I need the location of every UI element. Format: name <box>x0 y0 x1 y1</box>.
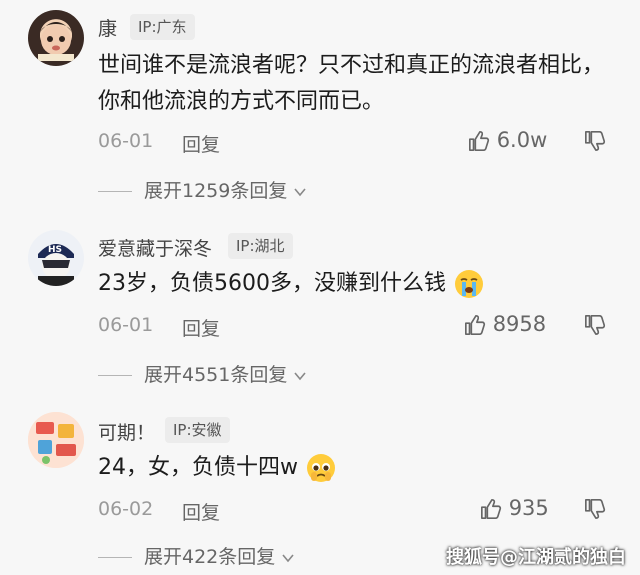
ip-badge: IP:湖北 <box>228 233 293 259</box>
expand-replies[interactable]: 展开1259条回复 <box>98 176 307 203</box>
divider-line <box>98 375 132 376</box>
comment-text: 24，女，负债十四w <box>98 450 618 486</box>
like-button[interactable]: 8958 <box>464 312 546 336</box>
cartoon-cap-avatar[interactable]: HS <box>28 230 84 286</box>
like-button[interactable]: 935 <box>480 496 549 520</box>
like-count: 6.0w <box>496 128 548 152</box>
username[interactable]: 可期！ <box>98 418 155 445</box>
chevron-down-icon <box>294 187 307 196</box>
thumbs-up-icon <box>465 315 486 335</box>
like-count: 935 <box>508 496 549 520</box>
comment-text: 23岁，负债5600多，没赚到什么钱 <box>98 266 618 302</box>
comment-date: 06-01 <box>98 130 154 152</box>
like-button[interactable]: 6.0w <box>468 128 547 152</box>
pleading-face-icon <box>307 454 335 482</box>
sticker-avatar[interactable] <box>28 412 84 468</box>
username[interactable]: 康 <box>98 14 117 41</box>
like-count: 8958 <box>492 312 547 336</box>
expand-replies[interactable]: 展开4551条回复 <box>98 360 307 387</box>
thumbs-down-icon[interactable] <box>584 498 606 520</box>
thumbs-up-icon <box>481 499 502 519</box>
chevron-down-icon <box>282 553 294 562</box>
thumbs-down-icon[interactable] <box>584 130 606 152</box>
expand-replies[interactable]: 展开422条回复 <box>98 542 295 569</box>
comment-text: 世间谁不是流浪者呢？只不过和真正的流浪者相比，你和他流浪的方式不同而已。 <box>98 53 605 114</box>
divider-line <box>98 191 132 192</box>
reply-button[interactable]: 回复 <box>182 498 220 525</box>
username[interactable]: 爱意藏于深冬 <box>98 234 212 261</box>
divider-line <box>98 557 132 558</box>
ip-badge: IP:广东 <box>130 14 195 40</box>
ip-badge: IP:安徽 <box>165 417 230 443</box>
watermark: 搜狐号@江湖贰的独白 <box>446 547 626 568</box>
child-avatar[interactable] <box>28 10 84 66</box>
thumbs-up-icon <box>469 131 490 151</box>
reply-button[interactable]: 回复 <box>182 314 220 341</box>
reply-button[interactable]: 回复 <box>182 130 220 157</box>
crying-face-icon <box>454 270 483 298</box>
chevron-down-icon <box>294 371 307 380</box>
comment-date: 06-01 <box>98 314 154 336</box>
thumbs-down-icon[interactable] <box>584 314 606 336</box>
comment-date: 06-02 <box>98 498 154 520</box>
